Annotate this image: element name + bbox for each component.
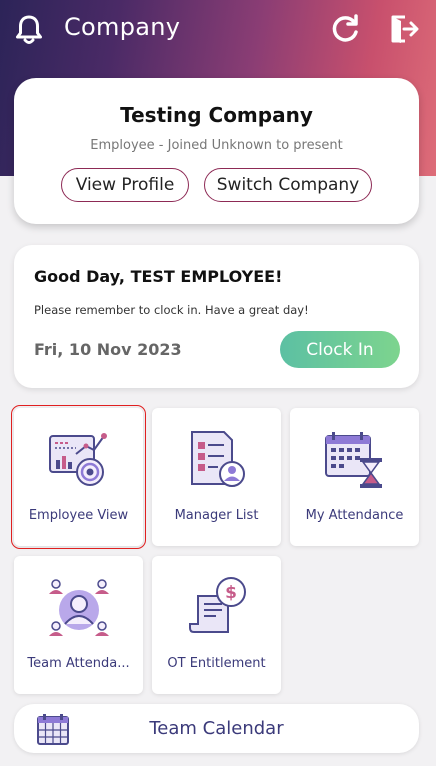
- current-date: Fri, 10 Nov 2023: [34, 340, 182, 359]
- bell-icon[interactable]: [14, 14, 44, 46]
- tile-my-attendance[interactable]: My Attendance: [290, 408, 419, 546]
- tile-label: Employee View: [28, 508, 129, 523]
- my-attendance-icon: [325, 432, 382, 488]
- tile-label: Manager List: [174, 508, 259, 523]
- greeting-title: Good Day, TEST EMPLOYEE!: [34, 267, 283, 286]
- greeting-message: Please remember to clock in. Have a grea…: [34, 303, 309, 317]
- tile-employee-view[interactable]: Employee View: [11, 405, 146, 549]
- tile-label: OT Entitlement: [167, 656, 266, 671]
- company-card: Testing Company Employee - Joined Unknow…: [14, 78, 419, 224]
- view-profile-button[interactable]: View Profile: [61, 168, 189, 202]
- refresh-icon[interactable]: [329, 13, 361, 45]
- switch-company-button[interactable]: Switch Company: [204, 168, 372, 202]
- employment-subtitle: Employee - Joined Unknown to present: [90, 138, 343, 153]
- company-name: Testing Company: [120, 103, 313, 127]
- app-title: Company: [64, 13, 181, 41]
- tile-manager-list[interactable]: Manager List: [152, 408, 281, 546]
- svg-text:$: $: [225, 583, 237, 603]
- greeting-card: Good Day, TEST EMPLOYEE! Please remember…: [14, 245, 419, 388]
- employee-view-icon: [49, 433, 107, 486]
- team-calendar-button[interactable]: Team Calendar: [14, 704, 419, 753]
- tile-label: My Attendance: [305, 508, 404, 523]
- team-calendar-label: Team Calendar: [149, 718, 284, 739]
- ot-entitlement-icon: $: [189, 577, 246, 633]
- top-app-bar: Company: [0, 0, 436, 60]
- tile-ot-entitlement[interactable]: $ OT Entitlement: [152, 556, 281, 694]
- team-attendance-icon: [49, 579, 109, 636]
- tile-label: Team Attenda...: [27, 656, 130, 671]
- tile-team-attendance[interactable]: Team Attenda...: [14, 556, 143, 694]
- clock-in-button[interactable]: Clock In: [280, 331, 400, 368]
- logout-icon[interactable]: [389, 13, 419, 45]
- manager-list-icon: [191, 431, 245, 487]
